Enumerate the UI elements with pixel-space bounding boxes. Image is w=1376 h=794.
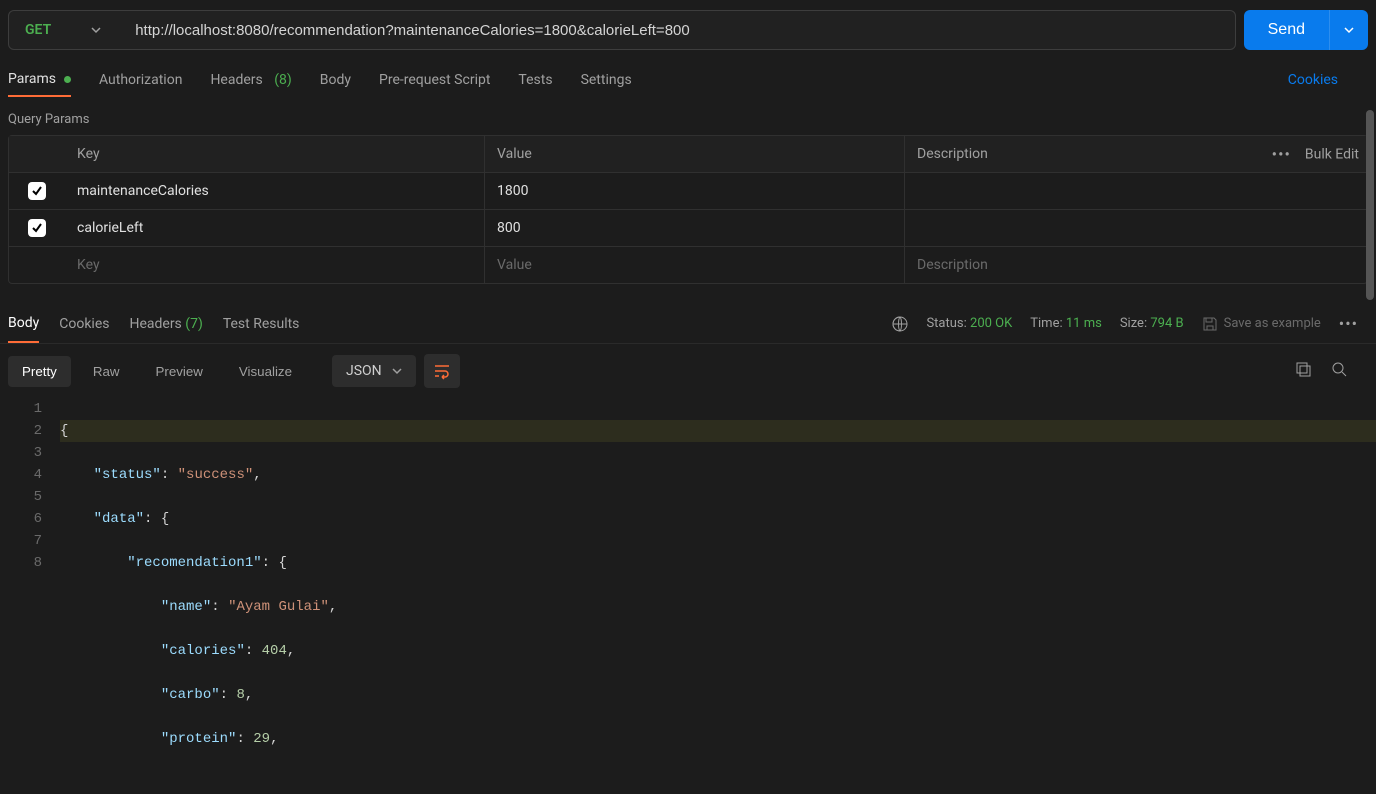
globe-icon[interactable]: [892, 316, 908, 332]
resp-tab-cookies[interactable]: Cookies: [59, 306, 109, 342]
tab-tests[interactable]: Tests: [518, 64, 552, 96]
code-content: { "status": "success", "data": { "recome…: [60, 398, 1376, 794]
query-params-label: Query Params: [0, 100, 1376, 135]
param-desc[interactable]: [905, 173, 1367, 209]
resp-tab-testresults[interactable]: Test Results: [223, 306, 300, 342]
resp-tab-headers[interactable]: Headers (7): [129, 306, 202, 342]
chevron-down-icon: [392, 366, 402, 376]
view-pretty[interactable]: Pretty: [8, 356, 71, 387]
send-dropdown[interactable]: [1329, 10, 1368, 50]
send-button-group: Send: [1244, 10, 1368, 50]
bulk-edit-button[interactable]: Bulk Edit: [1305, 146, 1359, 162]
view-visualize[interactable]: Visualize: [225, 356, 306, 387]
table-row-empty: Key Value Description: [9, 247, 1367, 283]
table-row: calorieLeft 800: [9, 210, 1367, 247]
chevron-down-icon: [1344, 25, 1354, 35]
check-icon: [31, 185, 43, 197]
view-raw[interactable]: Raw: [79, 356, 134, 387]
param-value-placeholder[interactable]: Value: [485, 247, 905, 283]
scrollbar-thumb[interactable]: [1366, 110, 1374, 300]
copy-button[interactable]: [1294, 360, 1312, 382]
response-header: Body Cookies Headers (7) Test Results St…: [0, 304, 1376, 344]
chevron-down-icon: [91, 25, 101, 35]
cookies-link[interactable]: Cookies: [1288, 72, 1368, 88]
param-key[interactable]: calorieLeft: [65, 210, 485, 246]
format-select[interactable]: JSON: [332, 355, 416, 387]
request-bar: GET Send: [0, 0, 1376, 60]
tab-authorization[interactable]: Authorization: [99, 64, 182, 96]
save-icon: [1202, 316, 1218, 332]
method-select[interactable]: GET: [9, 11, 117, 49]
more-options-icon[interactable]: •••: [1272, 145, 1291, 164]
header-desc: Description ••• Bulk Edit: [905, 136, 1367, 172]
method-label: GET: [25, 22, 51, 38]
tab-prerequest[interactable]: Pre-request Script: [379, 64, 490, 96]
line-gutter: 12345678: [0, 398, 60, 794]
view-preview[interactable]: Preview: [141, 356, 216, 387]
header-key: Key: [65, 136, 485, 172]
header-value: Value: [485, 136, 905, 172]
table-header: Key Value Description ••• Bulk Edit: [9, 136, 1367, 173]
table-row: maintenanceCalories 1800: [9, 173, 1367, 210]
wrap-lines-button[interactable]: [424, 354, 460, 388]
response-meta: Status: 200 OK Time: 11 ms Size: 794 B S…: [892, 314, 1368, 333]
search-button[interactable]: [1330, 360, 1348, 382]
param-value[interactable]: 1800: [485, 173, 905, 209]
response-body[interactable]: 12345678 { "status": "success", "data": …: [0, 398, 1376, 794]
tab-body[interactable]: Body: [320, 64, 351, 96]
more-options-icon[interactable]: •••: [1339, 314, 1358, 333]
copy-icon: [1294, 360, 1312, 378]
url-input[interactable]: [117, 11, 1234, 49]
save-as-example-button[interactable]: Save as example: [1202, 316, 1321, 332]
param-desc[interactable]: [905, 210, 1367, 246]
send-button[interactable]: Send: [1244, 10, 1329, 50]
tab-headers[interactable]: Headers (8): [210, 64, 291, 96]
check-icon: [31, 222, 43, 234]
tab-params[interactable]: Params: [8, 63, 71, 97]
search-icon: [1330, 360, 1348, 378]
request-tabs: Params Authorization Headers (8) Body Pr…: [0, 60, 1376, 100]
query-params-table: Key Value Description ••• Bulk Edit main…: [8, 135, 1368, 284]
row-checkbox[interactable]: [9, 210, 65, 246]
resp-tab-body[interactable]: Body: [8, 305, 39, 343]
wrap-icon: [433, 362, 451, 380]
method-url-group: GET: [8, 10, 1236, 50]
active-dot-icon: [64, 76, 71, 83]
param-key-placeholder[interactable]: Key: [65, 247, 485, 283]
param-desc-placeholder[interactable]: Description: [905, 247, 1367, 283]
row-checkbox[interactable]: [9, 173, 65, 209]
body-actions: [1294, 360, 1368, 382]
tab-settings[interactable]: Settings: [581, 64, 632, 96]
body-view-controls: Pretty Raw Preview Visualize JSON: [0, 344, 1376, 398]
param-value[interactable]: 800: [485, 210, 905, 246]
param-key[interactable]: maintenanceCalories: [65, 173, 485, 209]
